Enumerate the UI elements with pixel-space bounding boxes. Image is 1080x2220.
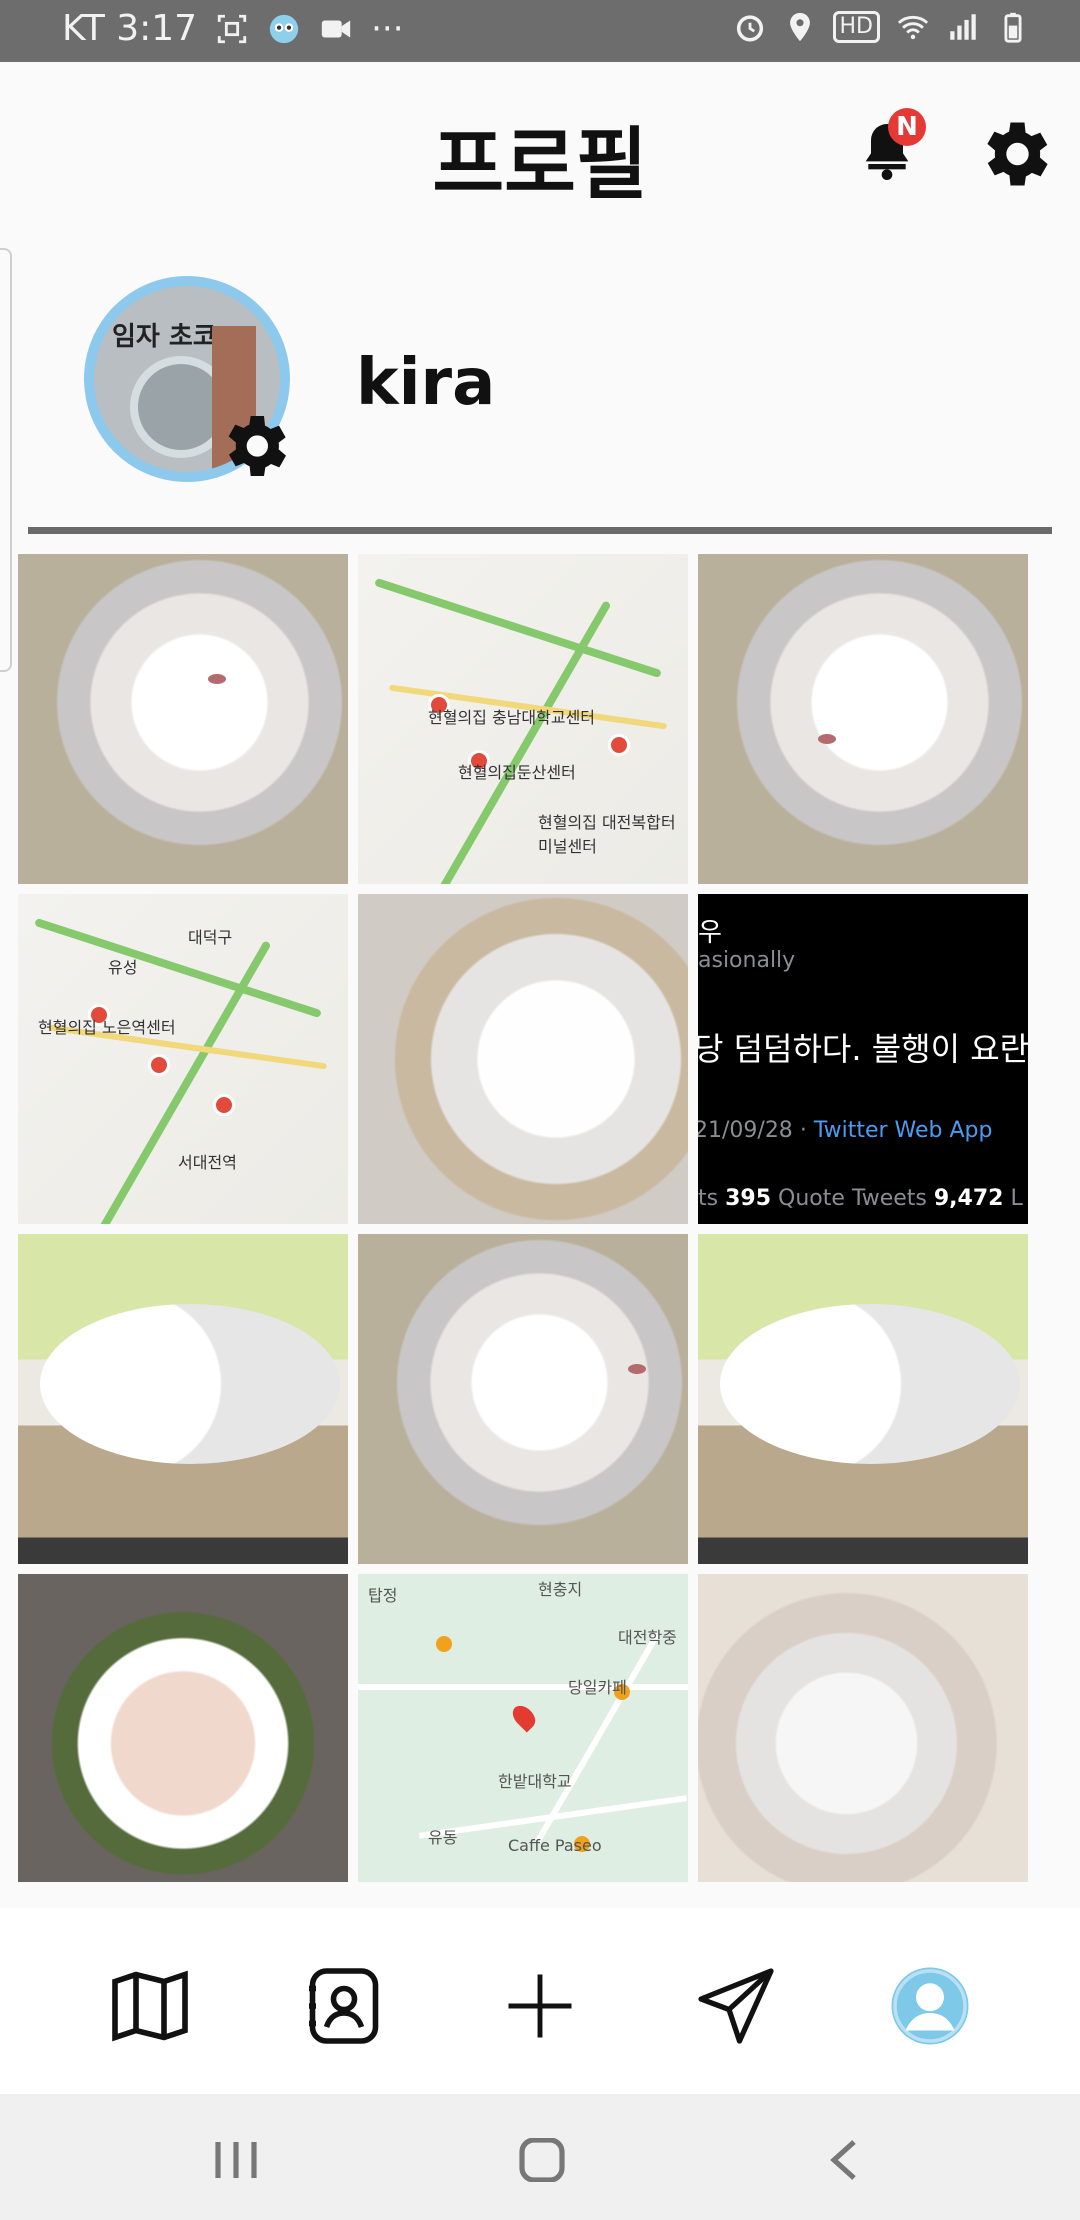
cat-nose <box>628 1364 646 1374</box>
tweet-stats-prefix: ts <box>698 1186 719 1211</box>
tweet-like-label: L <box>1010 1186 1023 1211</box>
map-road <box>374 577 662 679</box>
tweet-quote-count: 395 <box>725 1186 772 1211</box>
add-icon[interactable] <box>498 1964 582 2048</box>
map-road <box>84 940 272 1224</box>
video-icon <box>321 20 351 37</box>
tweet-like-count: 9,472 <box>933 1186 1004 1211</box>
map-label: Caffe Paseo <box>508 1836 602 1855</box>
status-right: HD <box>733 10 1030 44</box>
contacts-icon[interactable] <box>302 1964 386 2048</box>
map-label: 유동 <box>428 1828 458 1847</box>
grid-post-12[interactable] <box>698 1574 1028 1882</box>
grid-post-7[interactable] <box>18 1234 348 1564</box>
grid-post-10[interactable] <box>18 1574 348 1882</box>
avatar-edit-gear-icon[interactable] <box>214 406 294 486</box>
tweet-handle: asionally <box>698 948 796 973</box>
map-road <box>418 1795 688 1839</box>
tweet-stats: ts 395 Quote Tweets 9,472 L <box>698 1186 1023 1211</box>
map-label: 대전학중 <box>618 1628 677 1647</box>
tweet-quote-label: Quote Tweets <box>778 1186 927 1211</box>
tweet-text: 당 덤덤하다. 불행이 요란하 <box>698 1030 1028 1068</box>
tweet-dot: · <box>799 1118 807 1143</box>
send-icon[interactable] <box>694 1964 778 2048</box>
notification-badge: N <box>888 108 926 146</box>
map-label: 유성 <box>108 958 138 977</box>
cat-nose <box>818 734 836 744</box>
screenshot-icon <box>217 14 247 43</box>
grid-post-5[interactable] <box>358 894 688 1224</box>
map-label: 대덕구 <box>188 928 233 947</box>
map-pin <box>608 734 630 756</box>
location-icon <box>789 12 810 42</box>
wifi-icon <box>897 15 929 40</box>
grid-post-3[interactable] <box>698 554 1028 884</box>
grid-post-8[interactable] <box>358 1234 688 1564</box>
back-icon[interactable] <box>814 2138 874 2182</box>
tweet-meta: 21/09/28 · Twitter Web App <box>698 1118 992 1143</box>
more-icon: ··· <box>371 8 404 49</box>
map-pin <box>508 1701 540 1733</box>
username: kira <box>356 346 496 420</box>
home-icon[interactable] <box>512 2138 572 2182</box>
status-bar: KT 3:17 ··· HD <box>0 0 1080 62</box>
map-label: 현충지 <box>538 1580 583 1599</box>
grid-post-9[interactable] <box>698 1234 1028 1564</box>
cat-body <box>40 1304 340 1464</box>
tweet-source: Twitter Web App <box>813 1118 993 1143</box>
hd-icon: HD <box>832 11 880 43</box>
grid-post-1[interactable] <box>18 554 348 884</box>
avatar-photo-text: 임자 초코 <box>112 322 217 352</box>
bottom-navigation <box>0 1908 1080 2094</box>
cat-body <box>720 1304 1020 1464</box>
system-navigation <box>0 2094 1080 2220</box>
map-pin <box>148 1054 170 1076</box>
map-label: 현혈의집 충남대학교센터 <box>428 708 596 727</box>
map-pin <box>213 1094 235 1116</box>
map-label: 서대전역 <box>178 1153 237 1172</box>
profile-icon[interactable] <box>888 1964 972 2048</box>
map-label: 당일카페 <box>568 1678 627 1697</box>
map-label: 현혈의집 대전복합터미널센터 <box>538 813 676 856</box>
battery-icon <box>1004 12 1022 43</box>
tweet-date: 21/09/28 <box>698 1118 793 1143</box>
map-road <box>34 917 322 1019</box>
map-road <box>358 1684 688 1690</box>
map-icon[interactable] <box>108 1964 192 2048</box>
status-left: KT 3:17 ··· <box>62 8 404 49</box>
settings-gear-icon[interactable] <box>972 112 1056 196</box>
carrier-time: KT 3:17 <box>62 8 198 49</box>
grid-post-11[interactable]: 현충지 대전학중 당일카페 한밭대학교 Caffe Paseo 유동 탑정 <box>358 1574 688 1882</box>
grid-post-2[interactable]: 현혈의집 충남대학교센터 현혈의집둔산센터 현혈의집 대전복합터미널센터 <box>358 554 688 884</box>
tweet-name: 우 <box>698 918 722 948</box>
recents-icon[interactable] <box>206 2138 266 2182</box>
map-label: 한밭대학교 <box>498 1772 572 1791</box>
alarm-icon <box>736 15 763 42</box>
grid-post-6[interactable]: 우 asionally 당 덤덤하다. 불행이 요란하 21/09/28 · T… <box>698 894 1028 1224</box>
app-owl-icon <box>269 14 299 43</box>
signal-icon <box>950 14 976 40</box>
map-label: 현혈의집 노은역센터 <box>38 1018 176 1037</box>
grid-post-4[interactable]: 현혈의집 노은역센터 대덕구 유성 서대전역 <box>18 894 348 1224</box>
map-label: 현혈의집둔산센터 <box>458 763 576 782</box>
map-poi <box>436 1636 452 1652</box>
profile-section: 임자 초코 kira <box>0 260 1080 520</box>
profile-divider <box>28 527 1052 534</box>
cat-nose <box>208 674 226 684</box>
map-label: 탑정 <box>368 1586 398 1605</box>
